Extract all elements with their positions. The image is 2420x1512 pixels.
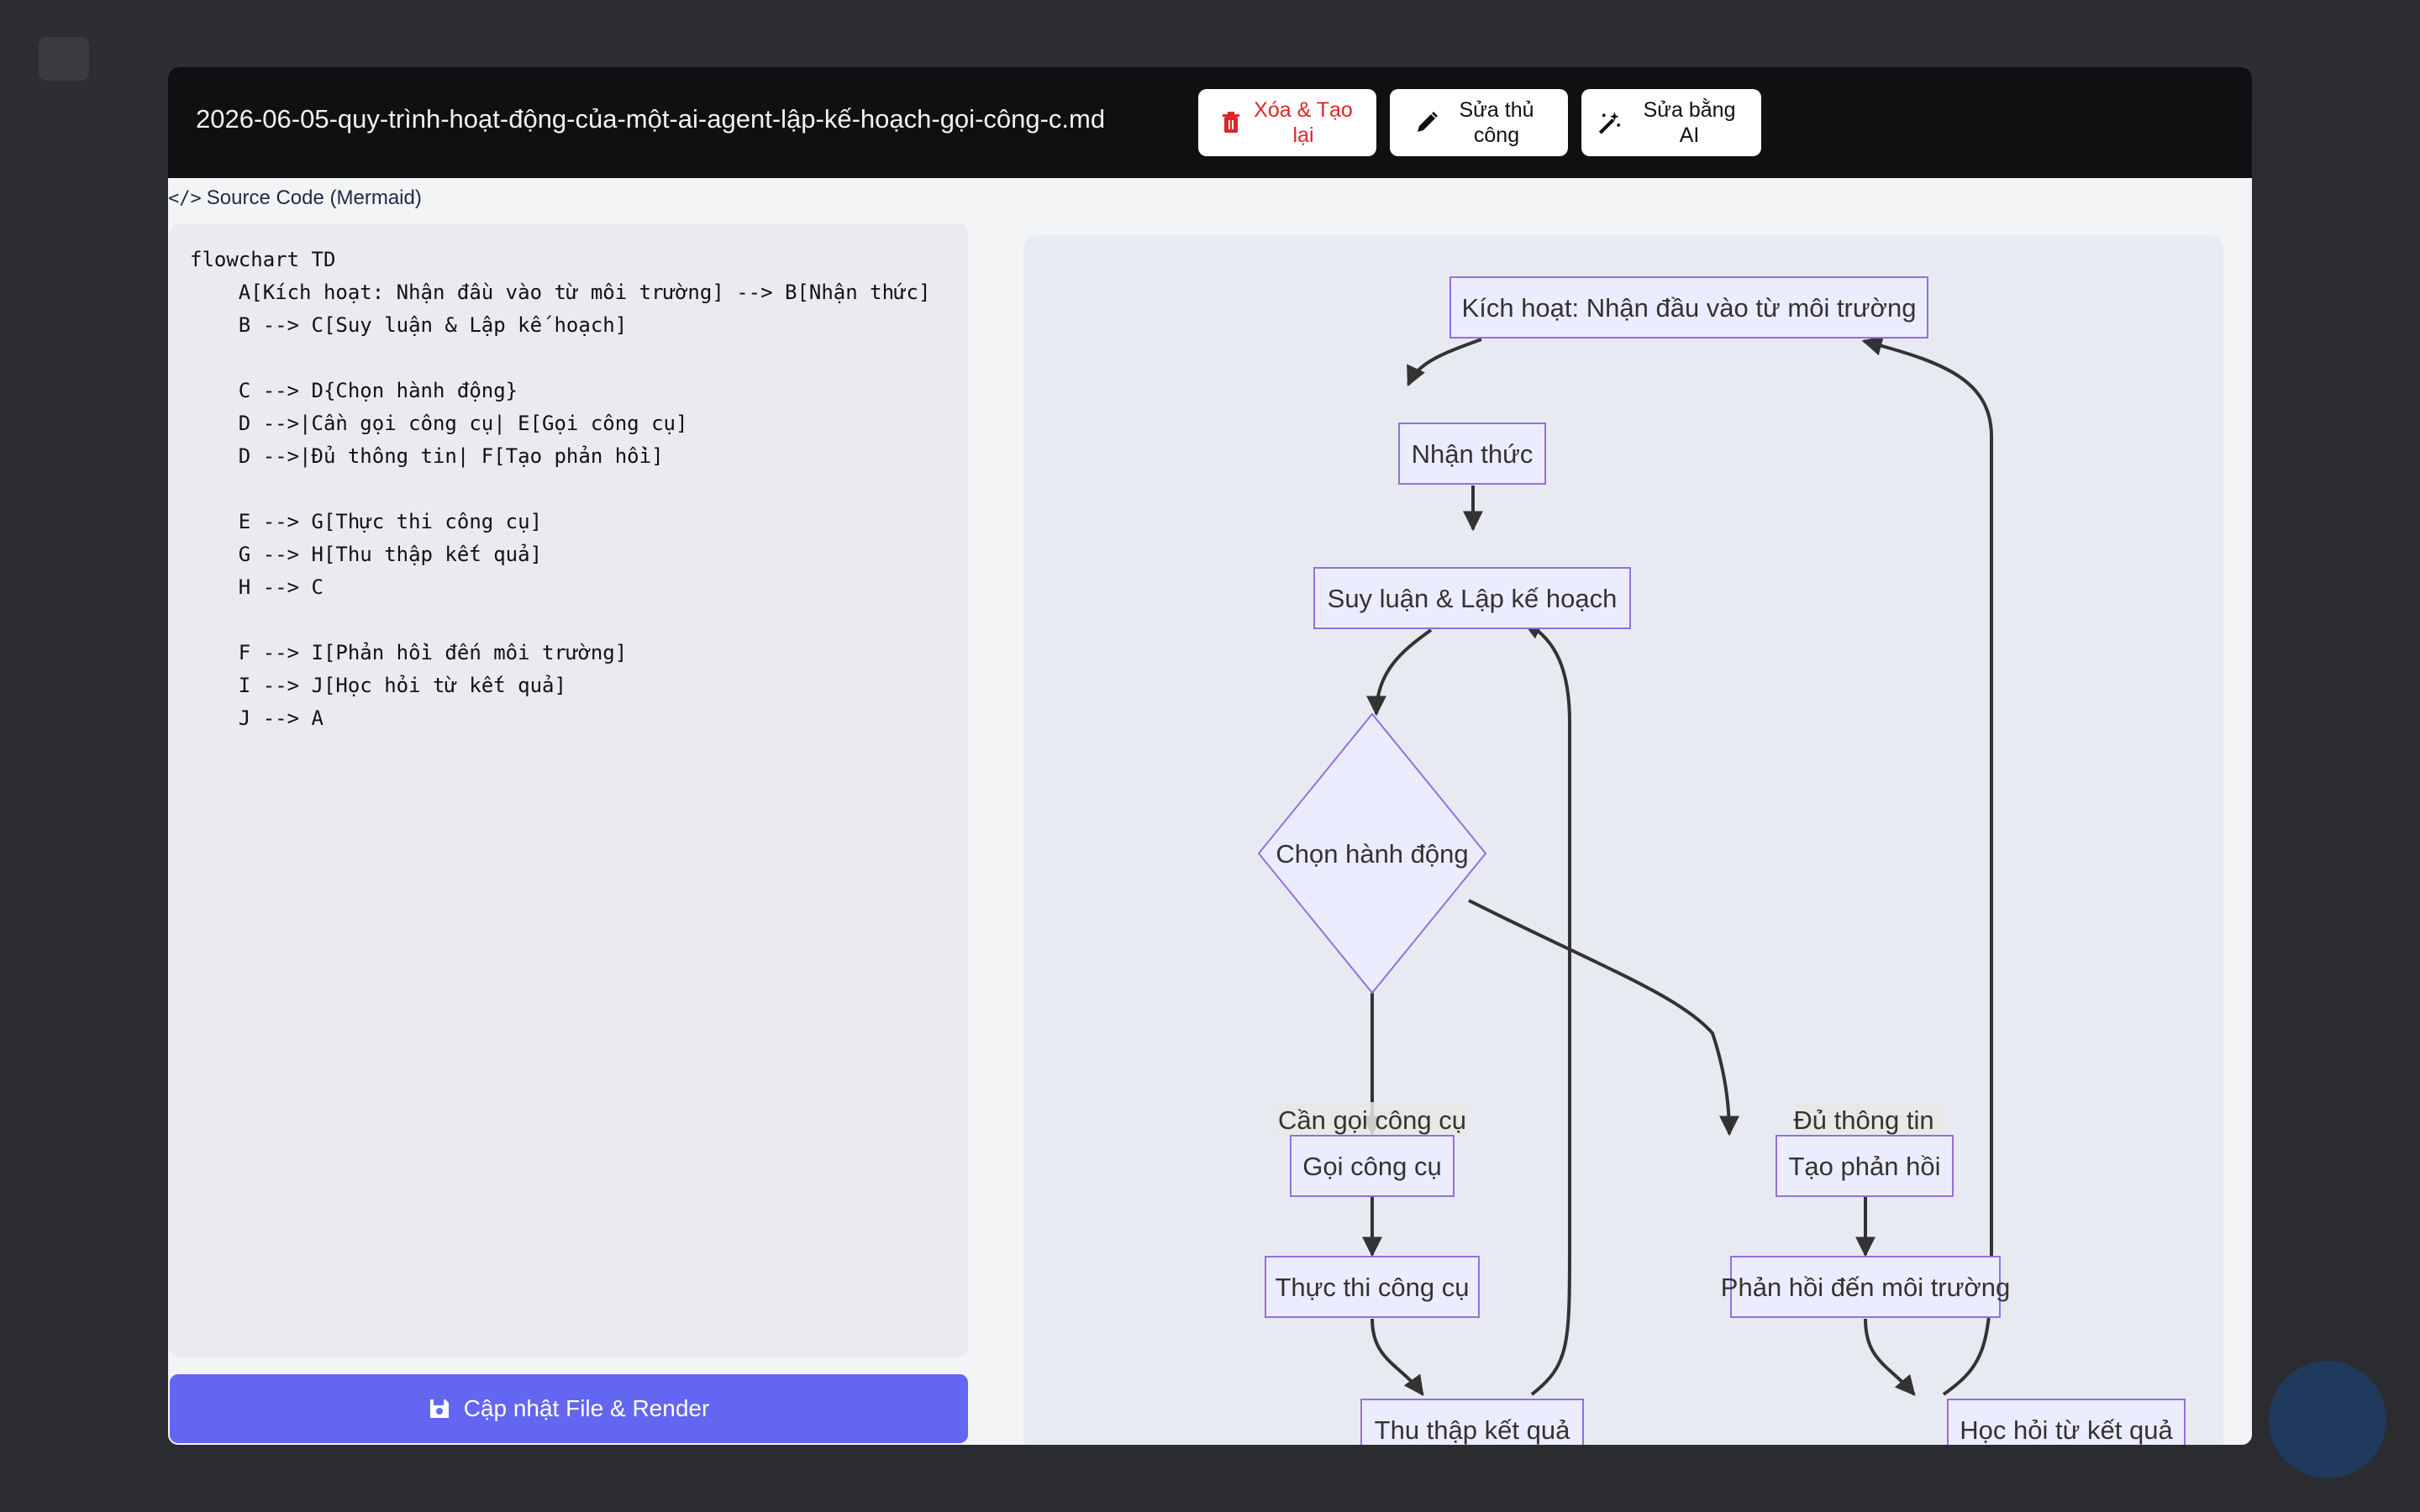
update-render-button[interactable]: Cập nhật File & Render xyxy=(170,1374,968,1443)
code-icon: </> xyxy=(168,187,202,209)
node-b-label: Nhận thức xyxy=(1412,439,1534,469)
edge-c-d xyxy=(1366,628,1433,717)
delete-regenerate-button[interactable]: Xóa & Tạo lại xyxy=(1198,89,1376,156)
code-editor[interactable]: flowchart TD A[Kích hoạt: Nhận đầu vào t… xyxy=(170,223,968,1357)
edge-i-j xyxy=(1864,1318,1916,1396)
editor-modal: 2026-06-05-quy-trình-hoạt-động-của-một-a… xyxy=(168,67,2252,1445)
modal-header: 2026-06-05-quy-trình-hoạt-động-của-một-a… xyxy=(168,67,2252,178)
manual-edit-label: Sửa thủ công xyxy=(1459,98,1534,147)
node-e-label: Gọi công cụ xyxy=(1302,1152,1441,1181)
background-app-logo xyxy=(39,37,89,81)
edge-label-df: Đủ thông tin xyxy=(1793,1105,1933,1135)
edge-j-a xyxy=(1861,335,1993,1396)
background-floating-button xyxy=(2269,1361,2386,1478)
node-d-label: Chọn hành động xyxy=(1276,839,1468,869)
edge-a-b xyxy=(1407,338,1482,387)
edge-label-de: Cần gọi công cụ xyxy=(1278,1105,1466,1135)
magic-wand-icon xyxy=(1598,112,1621,134)
node-g-label: Thực thi công cụ xyxy=(1276,1273,1470,1302)
node-h-label: Thu thập kết quả xyxy=(1375,1415,1570,1445)
pencil-icon xyxy=(1418,112,1438,132)
flowchart-svg: Cần gọi công cụ Đủ thông tin Kích hoạt: … xyxy=(1257,276,2186,1445)
diagram-preview: Cần gọi công cụ Đủ thông tin Kích hoạt: … xyxy=(1023,235,2223,1445)
update-render-label: Cập nhật File & Render xyxy=(463,1395,710,1421)
manual-edit-button[interactable]: Sửa thủ công xyxy=(1390,89,1568,156)
mermaid-source-code[interactable]: flowchart TD A[Kích hoạt: Nhận đầu vào t… xyxy=(190,244,930,735)
edge-g-h xyxy=(1370,1318,1424,1396)
source-code-heading: </> Source Code (Mermaid) xyxy=(168,180,422,217)
ai-edit-label: Sửa bằng AI xyxy=(1643,98,1736,147)
node-f-label: Tạo phản hồi xyxy=(1789,1152,1941,1181)
edge-h-c xyxy=(1521,620,1571,1396)
source-code-label: Source Code (Mermaid) xyxy=(206,186,422,209)
trash-icon xyxy=(1223,112,1239,133)
ai-edit-button[interactable]: Sửa bằng AI xyxy=(1581,89,1761,156)
node-j-label: Học hỏi từ kết quả xyxy=(1960,1415,2173,1445)
node-a-label: Kích hoạt: Nhận đầu vào từ môi trường xyxy=(1462,293,1917,323)
node-i-label: Phản hồi đến môi trường xyxy=(1721,1273,2010,1302)
node-c-label: Suy luận & Lập kế hoạch xyxy=(1328,584,1618,613)
delete-regenerate-label: Xóa & Tạo lại xyxy=(1254,98,1353,147)
file-title: 2026-06-05-quy-trình-hoạt-động-của-một-a… xyxy=(196,104,1106,134)
save-icon xyxy=(429,1399,449,1418)
edge-d-f xyxy=(1468,899,1739,1137)
